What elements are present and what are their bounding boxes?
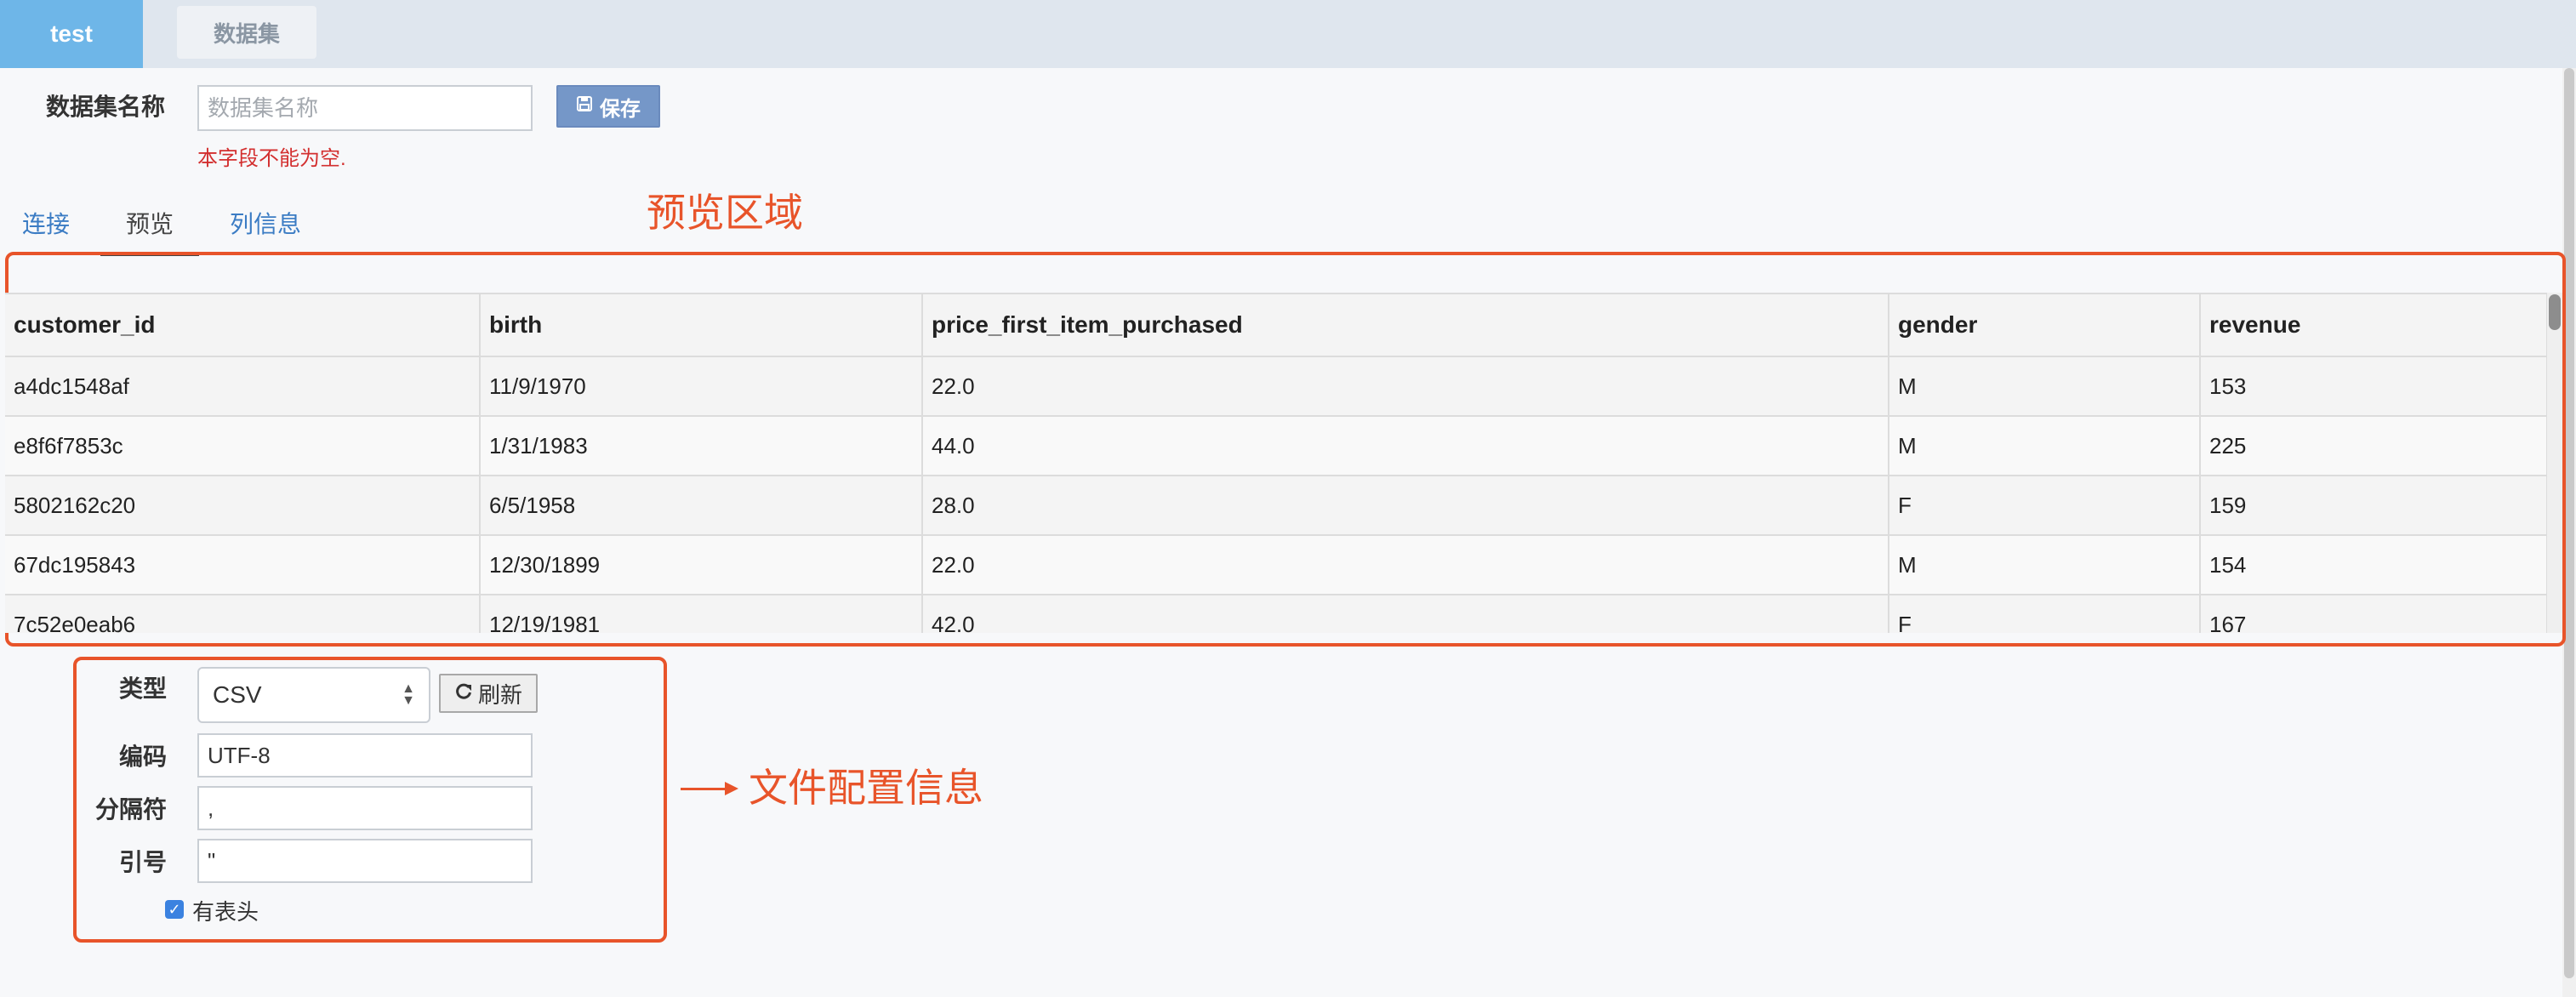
tab-preview[interactable]: 预览 xyxy=(126,206,174,240)
table-header-row: customer_id birth price_first_item_purch… xyxy=(5,293,2547,357)
select-arrows-icon: ▲ ▼ xyxy=(402,681,415,708)
delimiter-input[interactable] xyxy=(197,786,533,830)
table-cell: 22.0 xyxy=(922,356,1889,417)
table-cell: 167 xyxy=(2200,595,2547,633)
column-header[interactable]: customer_id xyxy=(5,293,481,357)
table-cell: 28.0 xyxy=(922,476,1889,536)
tab-column-info[interactable]: 列信息 xyxy=(230,206,301,240)
table-row: e8f6f7853c 1/31/1983 44.0 M 225 xyxy=(5,416,2547,476)
type-select-value: CSV xyxy=(213,681,262,708)
preview-table-container[interactable]: customer_id birth price_first_item_purch… xyxy=(5,293,2547,633)
table-cell: 12/30/1899 xyxy=(480,535,923,595)
tab-connection[interactable]: 连接 xyxy=(22,206,70,240)
type-label: 类型 xyxy=(118,675,167,702)
table-cell: 22.0 xyxy=(922,535,1889,595)
table-cell: F xyxy=(1889,595,2201,633)
check-icon: ✓ xyxy=(168,900,181,918)
table-cell: a4dc1548af xyxy=(5,356,481,417)
column-header[interactable]: price_first_item_purchased xyxy=(922,293,1889,357)
tab-dataset[interactable]: 数据集 xyxy=(177,6,316,59)
table-cell: 44.0 xyxy=(922,416,1889,476)
preview-table: customer_id birth price_first_item_purch… xyxy=(5,293,2547,633)
dataset-name-label: 数据集名称 xyxy=(46,94,166,120)
refresh-icon xyxy=(454,681,473,707)
table-cell: 12/19/1981 xyxy=(480,595,923,633)
name-error-message: 本字段不能为空. xyxy=(197,147,346,170)
preview-area-annotation: 预览区域 xyxy=(647,191,803,235)
table-cell: 11/9/1970 xyxy=(480,356,923,417)
annotation-arrow xyxy=(681,788,730,790)
save-icon xyxy=(576,94,593,118)
refresh-button-label: 刷新 xyxy=(477,681,522,708)
annotation-arrow-head xyxy=(725,782,738,795)
top-tab-bar: test 数据集 xyxy=(0,0,2576,68)
has-header-checkbox[interactable]: ✓ xyxy=(165,900,184,919)
encoding-input[interactable] xyxy=(197,733,533,778)
table-scrollbar-track[interactable] xyxy=(2547,293,2562,633)
tab-test[interactable]: test xyxy=(0,0,143,68)
table-cell: 6/5/1958 xyxy=(480,476,923,536)
table-cell: 7c52e0eab6 xyxy=(5,595,481,633)
table-cell: 67dc195843 xyxy=(5,535,481,595)
table-cell: e8f6f7853c xyxy=(5,416,481,476)
table-cell: 42.0 xyxy=(922,595,1889,633)
table-cell: F xyxy=(1889,476,2201,536)
table-row: 7c52e0eab6 12/19/1981 42.0 F 167 xyxy=(5,595,2547,633)
table-cell: 154 xyxy=(2200,535,2547,595)
table-cell: 225 xyxy=(2200,416,2547,476)
column-header[interactable]: revenue xyxy=(2200,293,2547,357)
column-header[interactable]: gender xyxy=(1889,293,2201,357)
table-cell: M xyxy=(1889,416,2201,476)
table-cell: 153 xyxy=(2200,356,2547,417)
quote-label: 引号 xyxy=(118,849,167,875)
save-button[interactable]: 保存 xyxy=(556,85,660,128)
encoding-label: 编码 xyxy=(118,743,167,770)
table-row: 67dc195843 12/30/1899 22.0 M 154 xyxy=(5,535,2547,595)
quote-input[interactable] xyxy=(197,839,533,883)
table-scrollbar-thumb[interactable] xyxy=(2549,294,2561,330)
table-cell: M xyxy=(1889,535,2201,595)
table-row: 5802162c20 6/5/1958 28.0 F 159 xyxy=(5,476,2547,536)
table-cell: 5802162c20 xyxy=(5,476,481,536)
table-cell: 159 xyxy=(2200,476,2547,536)
table-row: a4dc1548af 11/9/1970 22.0 M 153 xyxy=(5,356,2547,417)
table-cell: 1/31/1983 xyxy=(480,416,923,476)
save-button-label: 保存 xyxy=(600,97,641,121)
delimiter-label: 分隔符 xyxy=(94,796,167,823)
dataset-name-input[interactable] xyxy=(197,85,533,131)
refresh-button[interactable]: 刷新 xyxy=(439,674,538,713)
column-header[interactable]: birth xyxy=(480,293,923,357)
type-select[interactable]: CSV ▲ ▼ xyxy=(197,667,430,723)
has-header-label: 有表头 xyxy=(192,899,259,925)
file-config-annotation: 文件配置信息 xyxy=(749,766,983,810)
table-cell: M xyxy=(1889,356,2201,417)
